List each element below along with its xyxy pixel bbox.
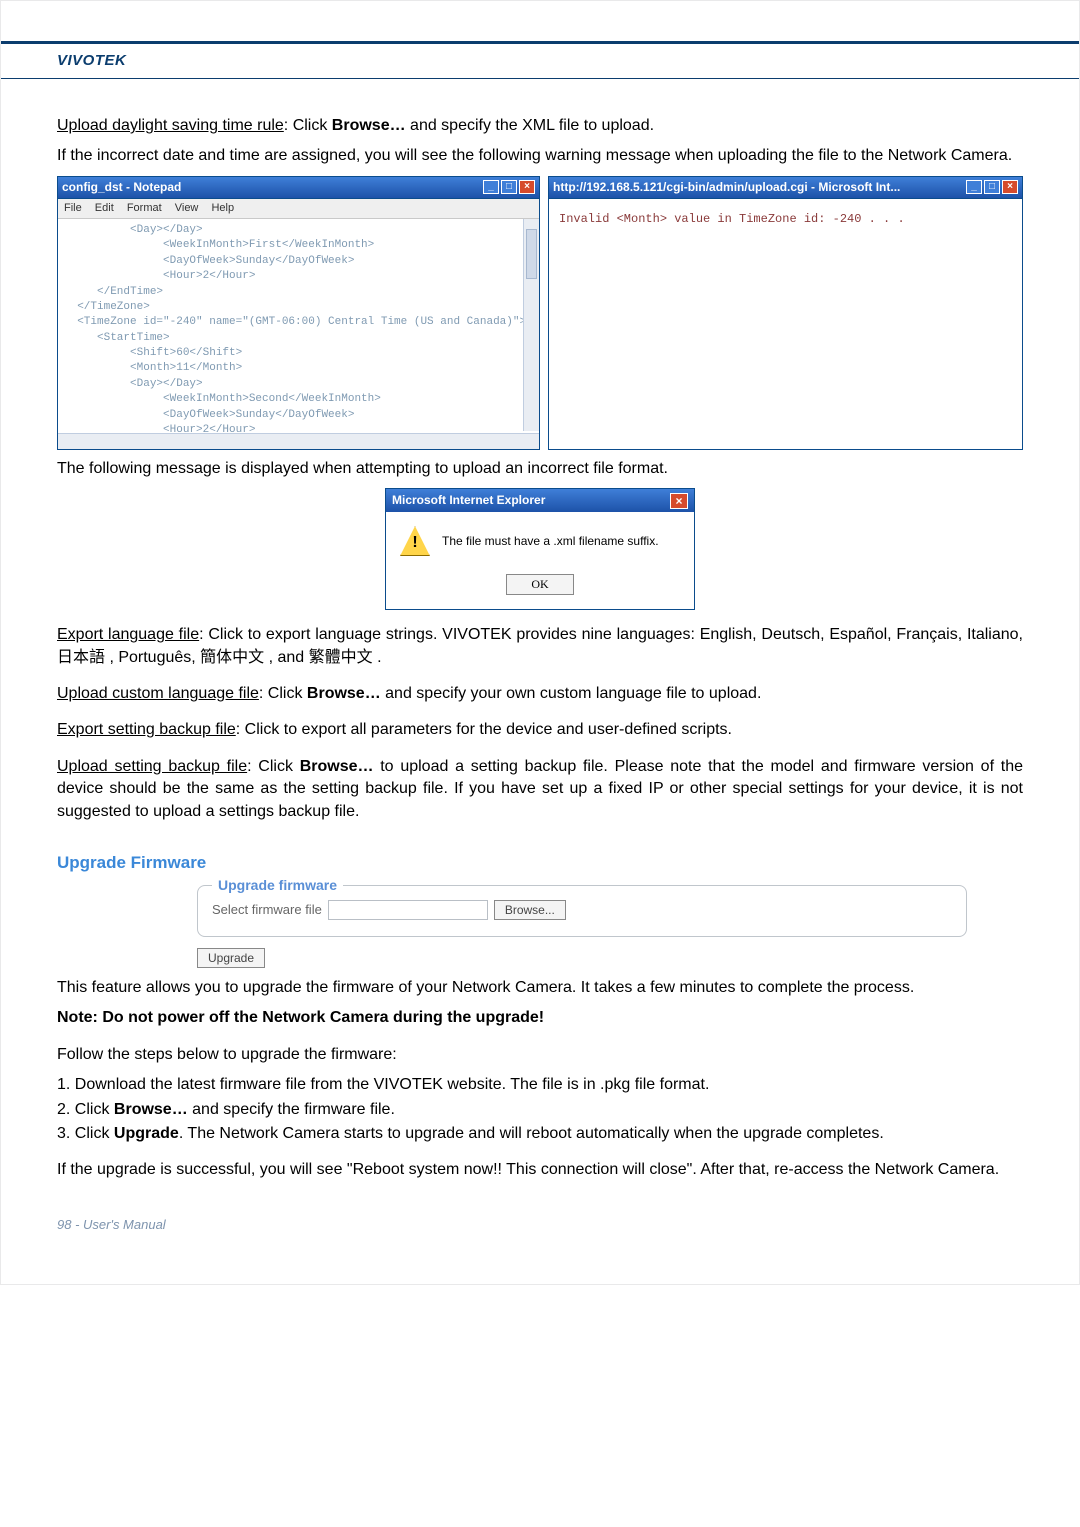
- upload-lang-label: Upload custom language file: [57, 685, 259, 702]
- step-2: 2. Click Browse… and specify the firmwar…: [57, 1099, 1023, 1121]
- maximize-icon[interactable]: □: [984, 180, 1000, 194]
- menu-view[interactable]: View: [175, 202, 199, 214]
- steps-intro: Follow the steps below to upgrade the fi…: [57, 1044, 1023, 1066]
- menu-help[interactable]: Help: [211, 202, 234, 214]
- upgrade-legend: Upgrade firmware: [212, 876, 343, 896]
- screenshot-row: config_dst - Notepad _ □ × File Edit For…: [57, 176, 1023, 450]
- scrollbar-vertical[interactable]: [523, 219, 539, 431]
- close-icon[interactable]: ×: [1002, 180, 1018, 194]
- dialog-wrap: Microsoft Internet Explorer × The file m…: [57, 488, 1023, 610]
- minimize-icon[interactable]: _: [483, 180, 499, 194]
- notepad-body: <Day></Day> <WeekInMonth>First</WeekInMo…: [58, 219, 539, 449]
- firmware-file-input[interactable]: [328, 900, 488, 920]
- notepad-title: config_dst - Notepad: [62, 179, 181, 196]
- window-buttons: _ □ ×: [483, 180, 535, 194]
- export-lang-label: Export language file: [57, 626, 199, 643]
- upload-backup-label: Upload setting backup file: [57, 758, 247, 775]
- upgrade-description: This feature allows you to upgrade the f…: [57, 977, 1023, 999]
- ie-error-body: Invalid <Month> value in TimeZone id: -2…: [549, 199, 1022, 319]
- export-lang-paragraph: Export language file: Click to export la…: [57, 624, 1023, 669]
- export-backup-paragraph: Export setting backup file: Click to exp…: [57, 719, 1023, 741]
- warning-icon: [400, 526, 430, 556]
- ie-title: http://192.168.5.121/cgi-bin/admin/uploa…: [553, 179, 900, 196]
- step-3: 3. Click Upgrade. The Network Camera sta…: [57, 1123, 1023, 1145]
- notepad-window: config_dst - Notepad _ □ × File Edit For…: [57, 176, 540, 450]
- menu-edit[interactable]: Edit: [95, 202, 114, 214]
- warning-intro: If the incorrect date and time are assig…: [57, 145, 1023, 167]
- incorrect-format-caption: The following message is displayed when …: [57, 458, 1023, 480]
- maximize-icon[interactable]: □: [501, 180, 517, 194]
- upgrade-button[interactable]: Upgrade: [197, 948, 265, 968]
- upgrade-fieldset: Upgrade firmware Select firmware file Br…: [197, 885, 967, 937]
- close-icon[interactable]: ×: [519, 180, 535, 194]
- upgrade-heading: Upgrade Firmware: [57, 851, 1023, 875]
- select-firmware-label: Select firmware file: [212, 901, 322, 919]
- upgrade-note: Note: Do not power off the Network Camer…: [57, 1007, 1023, 1029]
- page-header: VIVOTEK: [1, 41, 1079, 79]
- scrollbar-horizontal[interactable]: [58, 433, 539, 449]
- upgrade-firmware-block: Upgrade firmware Select firmware file Br…: [197, 885, 967, 969]
- step-1: 1. Download the latest firmware file fro…: [57, 1074, 1023, 1096]
- menu-format[interactable]: Format: [127, 202, 162, 214]
- ie-dialog: Microsoft Internet Explorer × The file m…: [385, 488, 695, 610]
- ok-button[interactable]: OK: [506, 574, 573, 595]
- export-backup-label: Export setting backup file: [57, 721, 236, 738]
- browse-strong: Browse…: [332, 117, 406, 134]
- dialog-title: Microsoft Internet Explorer: [392, 492, 545, 509]
- upgrade-success: If the upgrade is successful, you will s…: [57, 1159, 1023, 1181]
- dialog-message: The file must have a .xml filename suffi…: [442, 533, 659, 550]
- ie-error-window: http://192.168.5.121/cgi-bin/admin/uploa…: [548, 176, 1023, 450]
- notepad-title-bar: config_dst - Notepad _ □ ×: [58, 177, 539, 199]
- brand-logo: VIVOTEK: [57, 52, 126, 69]
- page-footer: 98 - User's Manual: [57, 1216, 1023, 1234]
- minimize-icon[interactable]: _: [966, 180, 982, 194]
- browse-button[interactable]: Browse...: [494, 900, 566, 920]
- upload-backup-paragraph: Upload setting backup file: Click Browse…: [57, 756, 1023, 823]
- ie-error-msg: Invalid <Month> value in TimeZone id: -2…: [559, 212, 905, 226]
- ie-title-bar: http://192.168.5.121/cgi-bin/admin/uploa…: [549, 177, 1022, 199]
- upload-dst-paragraph: Upload daylight saving time rule: Click …: [57, 115, 1023, 137]
- upload-lang-paragraph: Upload custom language file: Click Brows…: [57, 683, 1023, 705]
- notepad-menu: File Edit Format View Help: [58, 199, 539, 219]
- menu-file[interactable]: File: [64, 202, 82, 214]
- upload-dst-label: Upload daylight saving time rule: [57, 117, 284, 134]
- close-icon[interactable]: ×: [670, 493, 688, 509]
- dialog-title-bar: Microsoft Internet Explorer ×: [386, 489, 694, 512]
- upgrade-steps: 1. Download the latest firmware file fro…: [57, 1074, 1023, 1145]
